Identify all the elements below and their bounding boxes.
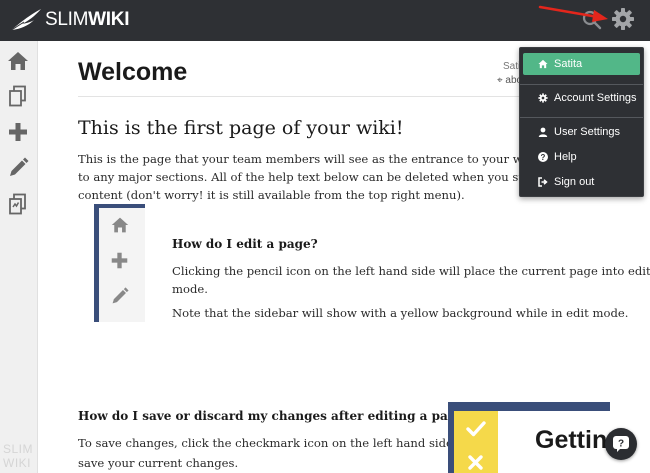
save-sidebar-example-image: Gettin (448, 402, 610, 473)
menu-item-user-settings[interactable]: User Settings (520, 121, 643, 143)
user-icon (538, 127, 548, 137)
search-icon[interactable] (582, 10, 602, 30)
history-icon[interactable] (7, 193, 29, 215)
user-dropdown-menu: Satita Account Settings User Settings ? … (519, 47, 644, 197)
page-heading: This is the first page of your wiki! (78, 117, 404, 139)
plus-icon[interactable] (7, 121, 29, 143)
menu-item-account-settings[interactable]: Account Settings (520, 87, 643, 109)
menu-divider (520, 117, 643, 118)
intro-paragraph: This is the page that your team members … (78, 152, 587, 202)
copy-icon[interactable] (7, 85, 29, 107)
gear-icon (538, 93, 548, 103)
gear-icon[interactable] (611, 7, 635, 31)
question-icon: ? (538, 152, 548, 162)
logo-text: SLIMWIKI (45, 9, 130, 30)
svg-text:?: ? (618, 439, 624, 450)
checkmark-icon (466, 421, 486, 437)
title-divider (78, 96, 520, 97)
home-icon (538, 59, 548, 69)
plus-icon (111, 252, 128, 269)
menu-divider (520, 84, 643, 85)
section-save-title: How do I save or discard my changes afte… (78, 409, 471, 423)
image-heading-text: Gettin (535, 426, 608, 454)
logo[interactable]: SLIMWIKI (8, 6, 129, 34)
menu-item-satita[interactable]: Satita (523, 53, 640, 75)
pencil-icon (112, 287, 129, 304)
close-icon (468, 455, 483, 470)
sign-out-icon (538, 177, 548, 187)
top-bar: SLIMWIKI (0, 0, 650, 41)
question-bubble-icon: ? (613, 436, 629, 452)
section-edit-note: Note that the sidebar will show with a y… (172, 306, 629, 320)
help-chat-button[interactable]: ? (605, 428, 637, 460)
feather-icon (9, 9, 41, 32)
section-edit-title: How do I edit a page? (172, 237, 318, 251)
section-edit-text: Clicking the pencil icon on the left han… (172, 264, 650, 296)
edit-sidebar-example-image (94, 204, 145, 322)
sidebar: SLIM WIKI (0, 41, 38, 473)
sidebar-watermark: SLIM WIKI (3, 442, 34, 470)
menu-item-help[interactable]: ? Help (520, 146, 643, 168)
home-icon (111, 217, 129, 233)
home-icon[interactable] (7, 50, 29, 72)
pencil-icon[interactable] (7, 157, 29, 179)
svg-text:?: ? (541, 153, 546, 162)
clock-icon: ⌖ (497, 75, 503, 86)
section-save-text: To save changes, click the checkmark ico… (78, 436, 469, 470)
page-title: Welcome (78, 58, 188, 86)
menu-item-sign-out[interactable]: Sign out (520, 171, 643, 193)
